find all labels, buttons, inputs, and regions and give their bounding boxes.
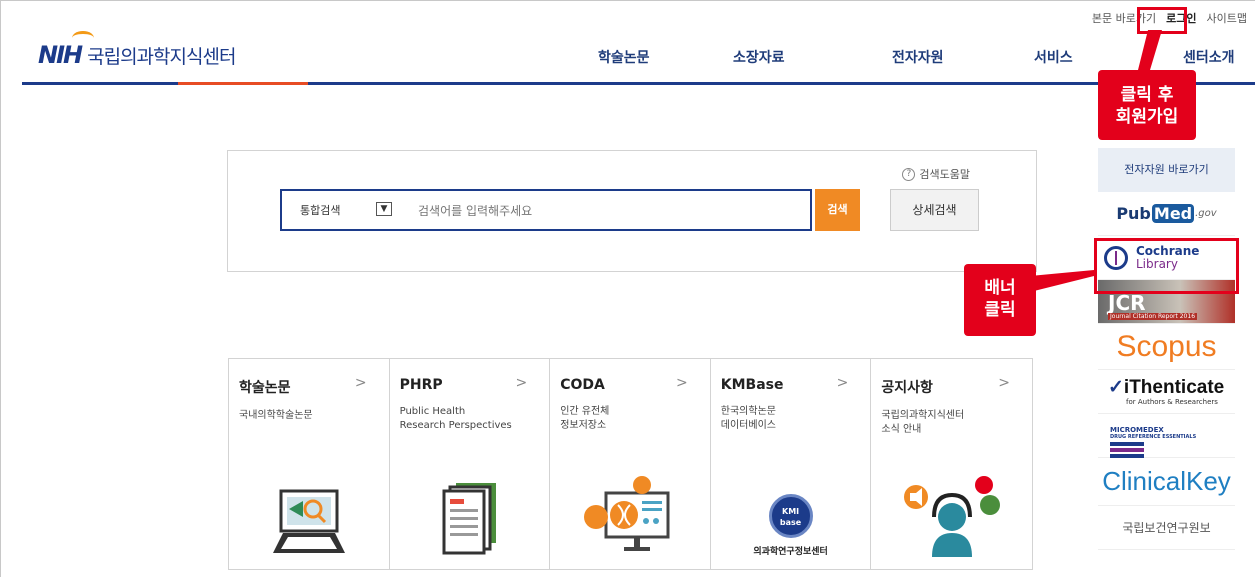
nav-item-about[interactable]: 센터소개: [1183, 47, 1235, 67]
window-border-top: [0, 0, 1255, 1]
card-kmbase[interactable]: KMBase > 한국의학논문 데이터베이스 KMI base 의과학연구정보센…: [711, 359, 872, 569]
nih-report-label: 국립보건연구원보: [1122, 521, 1211, 535]
jcr-title: JCR: [1108, 291, 1146, 315]
chevron-right-icon: >: [515, 375, 528, 391]
chevron-right-icon: >: [998, 375, 1010, 391]
nav-item-papers[interactable]: 학술논문: [598, 47, 650, 67]
nav-item-holdings[interactable]: 소장자료: [733, 47, 785, 67]
nav-item-services[interactable]: 서비스: [1034, 47, 1073, 67]
search-button[interactable]: 검색: [815, 189, 860, 231]
logo-arc-icon: [72, 31, 94, 45]
micromedex-title: MICROMEDEX: [1110, 425, 1164, 434]
card-description: 국립의과학지식센터 소식 안내: [881, 410, 965, 435]
scopus-banner[interactable]: Scopus: [1098, 324, 1235, 370]
chevron-right-icon: >: [836, 375, 849, 391]
card-phrp[interactable]: PHRP > Public Health Research Perspectiv…: [390, 359, 551, 569]
pubmed-pub-text: Pub: [1116, 204, 1151, 223]
monitor-genome-icon: [583, 476, 670, 551]
eresource-sidebar: 전자자원 바로가기 Pub Med .gov Cochrane Library …: [1098, 148, 1235, 550]
scopus-logo-text: Scopus: [1116, 329, 1217, 363]
card-description: 한국의학논문 데이터베이스: [720, 406, 776, 431]
kmbase-caption: 의과학연구정보센터: [753, 547, 828, 557]
window-border-left: [0, 0, 1, 577]
search-help-label: 검색도움말: [919, 168, 970, 181]
card-description: 국내의학학술논문: [239, 410, 313, 421]
advanced-search-button[interactable]: 상세검색: [890, 189, 979, 231]
card-notice[interactable]: 공지사항 > 국립의과학지식센터 소식 안내: [871, 359, 1032, 569]
pubmed-med-text: Med: [1151, 204, 1195, 223]
jcr-subtitle: Journal Citation Report 2016: [1108, 313, 1198, 320]
question-icon: ?: [902, 167, 916, 181]
micromedex-banner[interactable]: MICROMEDEX DRUG REFERENCE ESSENTIALS: [1098, 414, 1235, 458]
nav-underline-accent: [178, 82, 308, 85]
nih-report-banner[interactable]: 국립보건연구원보: [1098, 506, 1235, 550]
search-input[interactable]: [418, 201, 798, 221]
card-coda[interactable]: CODA > 인간 유전체 정보저장소: [550, 359, 711, 569]
documents-icon: [442, 483, 497, 555]
headset-support-icon: [903, 476, 1000, 557]
chevron-right-icon: >: [676, 375, 688, 391]
chevron-right-icon: >: [354, 375, 367, 391]
checkmark-icon: ✓: [1108, 376, 1124, 398]
cochrane-highlight-box: [1094, 238, 1239, 294]
search-box: 통합검색 ▼: [280, 189, 812, 231]
pubmed-gov-text: .gov: [1195, 208, 1217, 219]
kmbase-logo: KMI base 의과학연구정보센터: [721, 494, 861, 557]
banner-callout-pointer: [1030, 270, 1094, 292]
chevron-down-icon[interactable]: ▼: [376, 202, 392, 216]
banner-callout: 배너 클릭: [964, 264, 1036, 336]
pubmed-banner[interactable]: Pub Med .gov: [1098, 192, 1235, 236]
ithenticate-banner[interactable]: ✓iThenticate for Authors & Researchers: [1098, 370, 1235, 414]
kmbase-seal-icon: KMI base: [768, 494, 813, 538]
nav-item-eresources[interactable]: 전자자원: [892, 47, 944, 67]
main-nav: 학술논문 소장자료 전자자원 서비스 센터소개: [0, 47, 1255, 67]
card-description: 인간 유전체 정보저장소: [560, 406, 610, 431]
search-category-select[interactable]: 통합검색: [300, 202, 340, 218]
micromedex-bars-icon: [1110, 441, 1144, 446]
card-papers[interactable]: 학술논문 > 국내의학학술논문: [229, 359, 390, 569]
clinicalkey-banner[interactable]: ClinicalKey: [1098, 458, 1235, 506]
ithenticate-subtitle: for Authors & Researchers: [1126, 397, 1218, 406]
clinicalkey-logo-text: ClinicalKey: [1102, 466, 1231, 496]
sitemap-link[interactable]: 사이트맵: [1207, 10, 1247, 26]
service-cards: 학술논문 > 국내의학학술논문 PHRP > Public Health Res…: [228, 358, 1033, 570]
login-callout: 클릭 후 회원가입: [1098, 70, 1196, 140]
sidebar-header: 전자자원 바로가기: [1098, 148, 1235, 192]
card-description: Public Health Research Perspectives: [399, 406, 512, 431]
laptop-magnifier-icon: [272, 489, 345, 553]
search-panel: ? 검색도움말 통합검색 ▼ 검색 상세검색: [227, 150, 1037, 272]
ithenticate-title: iThenticate: [1123, 376, 1225, 398]
micromedex-subtitle: DRUG REFERENCE ESSENTIALS: [1110, 433, 1197, 440]
search-help-link[interactable]: ? 검색도움말: [902, 166, 970, 182]
